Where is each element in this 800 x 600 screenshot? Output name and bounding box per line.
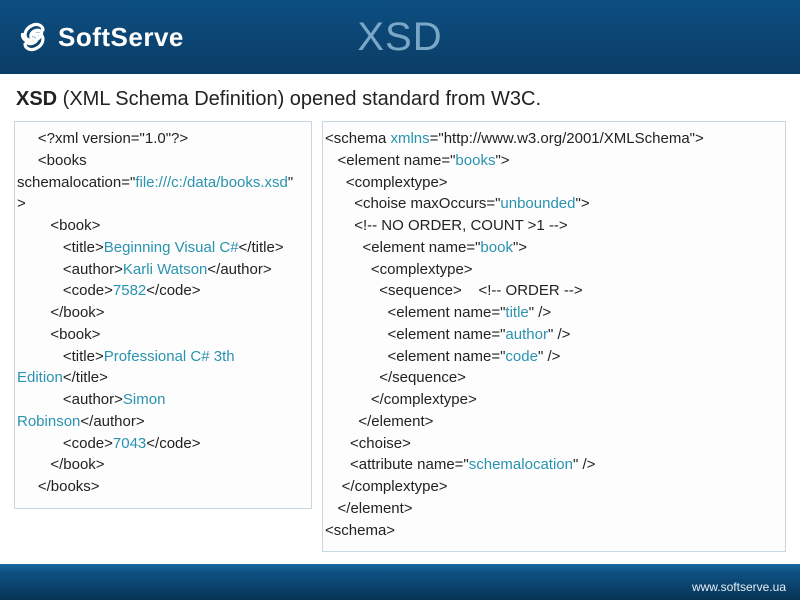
brand-name: SoftServe [58,22,184,53]
footer-url: www.softserve.ua [692,580,786,594]
logo: SoftServe [18,21,184,53]
header: SoftServe XSD [0,0,800,74]
footer-bar: www.softserve.ua [0,574,800,600]
softserve-logo-icon [18,21,50,53]
subtitle-bold: XSD [16,88,57,110]
slide-title: XSD [357,15,442,60]
subtitle-rest: (XML Schema Definition) opened standard … [57,88,541,110]
subtitle: XSD (XML Schema Definition) opened stand… [14,88,786,111]
content: XSD (XML Schema Definition) opened stand… [0,74,800,552]
footer: www.softserve.ua [0,564,800,600]
footer-stripe [0,564,800,574]
xml-sample: <?xml version="1.0"?> <books schemalocat… [14,121,312,509]
code-panels: <?xml version="1.0"?> <books schemalocat… [14,121,786,552]
xsd-sample: <schema xmlns="http://www.w3.org/2001/XM… [322,121,786,552]
